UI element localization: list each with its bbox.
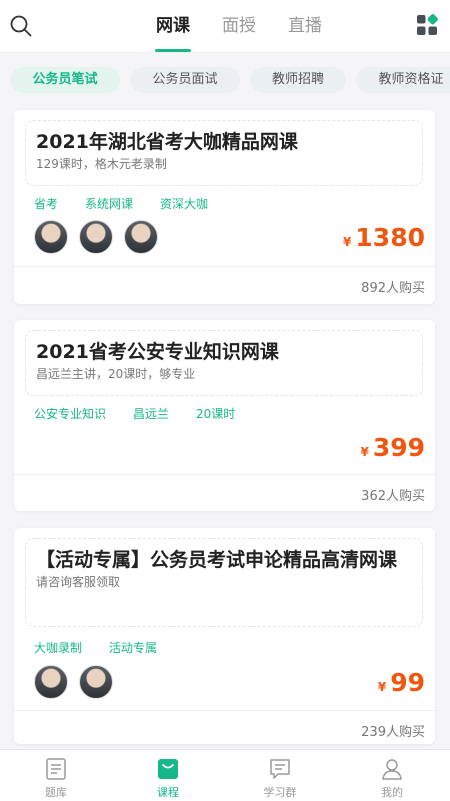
course-title: 2021年湖北省考大咖精品网课 xyxy=(36,131,298,153)
price-value: 99 xyxy=(390,668,425,697)
currency-symbol: ¥ xyxy=(360,445,369,459)
nav-label: 课程 xyxy=(157,786,179,799)
course-title-box: 【活动专属】公务员考试申论精品高清网课 请咨询客服领取 xyxy=(25,538,423,627)
course-tags: 大咖录制 活动专属 xyxy=(34,639,184,657)
course-card[interactable]: 2021省考公安专业知识网课 昌远兰主讲，20课时，够专业 公安专业知识 昌远兰… xyxy=(14,320,435,511)
category-chips: 公务员笔试 公务员面试 教师招聘 教师资格证 xyxy=(0,60,450,100)
chip-civil-written[interactable]: 公务员笔试 xyxy=(10,67,120,93)
price-value: 1380 xyxy=(355,223,425,252)
nav-label: 题库 xyxy=(45,786,67,799)
bottom-nav: 题库 课程 学习群 我的 xyxy=(0,749,450,801)
top-bar: 网课 面授 直播 xyxy=(0,0,450,53)
main-tabs: 网课 面授 直播 xyxy=(140,0,338,52)
teacher-avatars xyxy=(34,220,169,254)
course-title-box: 2021省考公安专业知识网课 昌远兰主讲，20课时，够专业 xyxy=(25,330,423,396)
course-card[interactable]: 【活动专属】公务员考试申论精品高清网课 请咨询客服领取 大咖录制 活动专属 ¥9… xyxy=(14,528,435,744)
teacher-avatar xyxy=(79,220,113,254)
search-icon[interactable] xyxy=(9,14,33,38)
course-tag[interactable]: 大咖录制 xyxy=(34,639,82,657)
nav-label: 学习群 xyxy=(263,786,297,799)
course-price: ¥1380 xyxy=(343,223,425,257)
buyer-count: 362人购买 xyxy=(361,489,425,504)
course-tag[interactable]: 活动专属 xyxy=(109,639,157,657)
price-value: 399 xyxy=(372,433,425,462)
teacher-avatar xyxy=(79,665,113,699)
teacher-avatar xyxy=(124,220,158,254)
nav-question-bank[interactable]: 题库 xyxy=(0,750,112,801)
chip-teacher-recruit[interactable]: 教师招聘 xyxy=(250,67,346,93)
chip-civil-interview[interactable]: 公务员面试 xyxy=(130,67,240,93)
course-tag[interactable]: 系统网课 xyxy=(85,195,133,213)
buyer-count: 239人购买 xyxy=(361,725,425,740)
course-tags: 省考 系统网课 资深大咖 xyxy=(34,195,235,213)
nav-label: 我的 xyxy=(381,786,403,799)
tab-live[interactable]: 直播 xyxy=(272,0,338,52)
teacher-avatars xyxy=(34,665,124,699)
card-divider xyxy=(14,266,435,267)
buyer-count: 892人购买 xyxy=(361,281,425,296)
course-tag[interactable]: 省考 xyxy=(34,195,58,213)
course-tag[interactable]: 20课时 xyxy=(196,405,235,423)
profile-icon xyxy=(382,759,402,780)
currency-symbol: ¥ xyxy=(343,235,352,249)
teacher-avatar xyxy=(34,665,68,699)
course-title-box: 2021年湖北省考大咖精品网课 129课时，格木元老录制 xyxy=(25,120,423,186)
course-subtitle: 129课时，格木元老录制 xyxy=(36,157,167,171)
teacher-avatar xyxy=(34,220,68,254)
course-bag-icon xyxy=(158,759,178,779)
chat-group-icon xyxy=(270,759,290,779)
card-divider xyxy=(14,710,435,711)
chip-teacher-cert[interactable]: 教师资格证 xyxy=(356,67,450,93)
nav-mine[interactable]: 我的 xyxy=(336,750,448,801)
course-price: ¥399 xyxy=(360,433,425,467)
tab-face-to-face[interactable]: 面授 xyxy=(206,0,272,52)
course-price: ¥99 xyxy=(378,668,425,702)
tab-online-course[interactable]: 网课 xyxy=(140,0,206,52)
course-tag[interactable]: 昌远兰 xyxy=(133,405,169,423)
nav-study-group[interactable]: 学习群 xyxy=(224,750,336,801)
nav-course[interactable]: 课程 xyxy=(112,750,224,801)
course-title: 2021省考公安专业知识网课 xyxy=(36,341,279,363)
course-title: 【活动专属】公务员考试申论精品高清网课 xyxy=(36,549,398,571)
currency-symbol: ¥ xyxy=(377,680,387,694)
course-tag[interactable]: 公安专业知识 xyxy=(34,405,106,423)
question-bank-icon xyxy=(46,758,66,780)
course-subtitle: 请咨询客服领取 xyxy=(36,575,121,589)
card-divider xyxy=(14,474,435,475)
course-tags: 公安专业知识 昌远兰 20课时 xyxy=(34,405,262,423)
course-subtitle: 昌远兰主讲，20课时，够专业 xyxy=(36,367,196,381)
course-card[interactable]: 2021年湖北省考大咖精品网课 129课时，格木元老录制 省考 系统网课 资深大… xyxy=(14,110,435,304)
apps-grid-icon[interactable] xyxy=(416,14,438,36)
course-tag[interactable]: 资深大咖 xyxy=(160,195,208,213)
